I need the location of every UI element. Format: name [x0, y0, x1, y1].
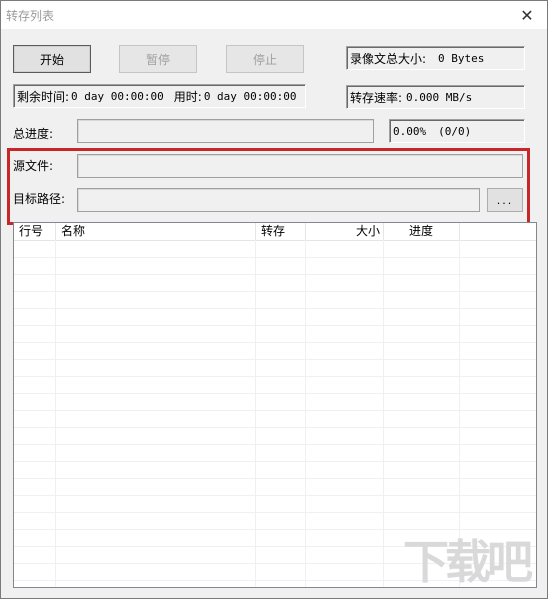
grid-row-line [14, 478, 536, 479]
column-header-name[interactable]: 名称 [56, 223, 256, 240]
grid-row-line [14, 342, 536, 343]
grid-row-line [14, 376, 536, 377]
source-file-label: 源文件: [13, 159, 54, 173]
total-progress-bar [77, 119, 374, 143]
grid-row-line [14, 495, 536, 496]
grid-row-line [14, 325, 536, 326]
grid-row-line [14, 393, 536, 394]
column-header-progress[interactable]: 进度 [384, 223, 460, 240]
progress-text-display: 0.00% (0/0) [389, 119, 525, 143]
grid-row-line [14, 308, 536, 309]
table-header: 行号 名称 转存 大小 进度 [14, 223, 536, 241]
source-file-field[interactable] [77, 154, 523, 178]
remaining-time-value: 0 day 00:00:00 [71, 89, 164, 103]
window-title: 转存列表 [6, 9, 55, 23]
stop-button[interactable]: 停止 [226, 45, 304, 73]
close-icon[interactable]: ✕ [507, 1, 547, 29]
pause-button[interactable]: 暂停 [119, 45, 197, 73]
grid-row-line [14, 427, 536, 428]
speed-value: 0.000 MB/s [406, 90, 473, 104]
column-header-row-number[interactable]: 行号 [14, 223, 56, 240]
progress-percent: 0.00% [393, 124, 427, 138]
grid-row-line [14, 359, 536, 360]
column-header-transfer[interactable]: 转存 [256, 223, 306, 240]
total-size-display: 录像文总大小: 0 Bytes [346, 46, 525, 70]
column-divider [383, 240, 384, 587]
speed-label: 转存速率: [350, 90, 403, 105]
column-divider [255, 240, 256, 587]
total-progress-label: 总进度: [13, 127, 54, 141]
elapsed-time-label: 用时: [173, 89, 202, 104]
progress-count: (0/0) [438, 124, 472, 138]
grid-row-line [14, 291, 536, 292]
elapsed-time-value: 0 day 00:00:00 [203, 89, 297, 103]
grid-row-line [14, 410, 536, 411]
time-display: 剩余时间: 0 day 00:00:00 用时: 0 day 00:00:00 [13, 84, 306, 108]
target-path-label: 目标路径: [13, 192, 66, 206]
start-button[interactable]: 开始 [13, 45, 91, 73]
grid-row-line [14, 512, 536, 513]
grid-row-line [14, 257, 536, 258]
grid-row-line [14, 461, 536, 462]
remaining-time-label: 剩余时间: [17, 89, 70, 104]
column-divider [305, 240, 306, 587]
transfer-speed-display: 转存速率: 0.000 MB/s [346, 85, 525, 109]
total-size-label: 录像文总大小: [350, 51, 427, 66]
browse-button[interactable]: ... [487, 188, 523, 212]
watermark-logo: 下载吧 [403, 535, 533, 589]
column-header-size[interactable]: 大小 [306, 223, 384, 240]
grid-row-line [14, 444, 536, 445]
column-divider [55, 240, 56, 587]
grid-row-line [14, 274, 536, 275]
title-bar[interactable]: 转存列表 ✕ [1, 1, 547, 29]
transfer-list-window: 转存列表 ✕ 开始 暂停 停止 录像文总大小: 0 Bytes 剩余时间: 0 … [0, 0, 548, 599]
target-path-field[interactable] [77, 188, 480, 212]
total-size-value: 0 Bytes [438, 51, 485, 65]
